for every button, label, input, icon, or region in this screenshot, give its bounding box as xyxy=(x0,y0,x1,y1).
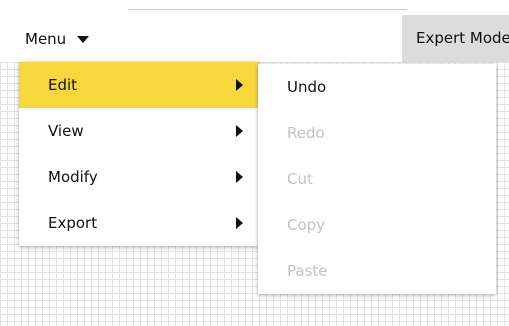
menu-item-view[interactable]: View xyxy=(19,108,259,154)
submenu-item-undo[interactable]: Undo xyxy=(258,64,496,110)
chevron-right-icon xyxy=(236,171,243,183)
caret-down-icon xyxy=(77,35,90,43)
submenu-item-redo: Redo xyxy=(287,124,325,142)
menu-button[interactable]: Menu xyxy=(25,28,90,50)
submenu-item-copy: Copy xyxy=(287,216,326,234)
menu-item-export[interactable]: Export xyxy=(19,200,259,246)
chevron-right-icon xyxy=(236,125,243,137)
chevron-right-icon xyxy=(236,79,243,91)
submenu-item-cut: Cut xyxy=(287,170,313,188)
menu-item-label: Export xyxy=(48,214,98,232)
chevron-right-icon xyxy=(236,217,243,229)
menu-item-edit[interactable]: Edit xyxy=(19,62,259,108)
menu-item-label: Edit xyxy=(48,76,78,94)
top-divider xyxy=(128,9,407,10)
expert-mode-button[interactable]: Expert Mode xyxy=(402,15,509,62)
edit-submenu: Undo Redo Cut Copy Paste xyxy=(258,64,496,294)
submenu-item-paste: Paste xyxy=(287,262,328,280)
dropdown-menu: Edit View Modify Export xyxy=(19,62,259,246)
menu-label: Menu xyxy=(25,30,67,48)
menu-item-modify[interactable]: Modify xyxy=(19,154,259,200)
menu-item-label: Modify xyxy=(48,168,98,186)
menu-item-label: View xyxy=(48,122,84,140)
